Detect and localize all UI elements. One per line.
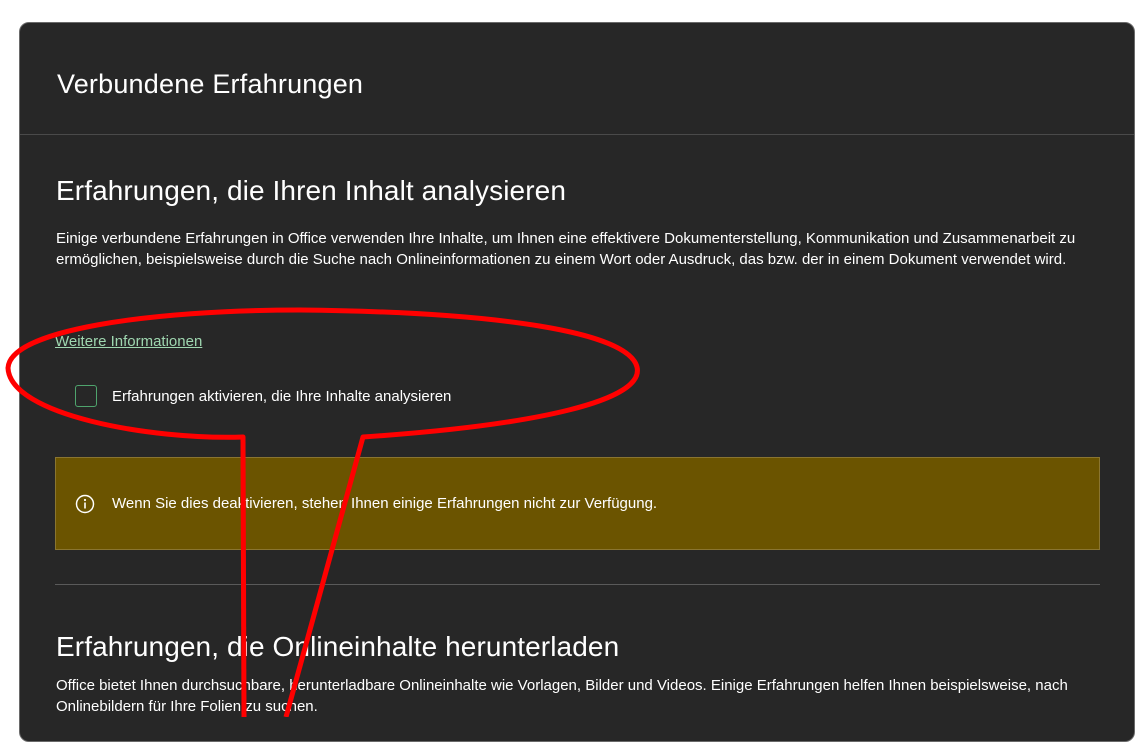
connected-experiences-dialog: Verbundene Erfahrungen Erfahrungen, die … xyxy=(19,22,1135,742)
section-analyze-heading: Erfahrungen, die Ihren Inhalt analysiere… xyxy=(56,175,566,206)
analyze-content-checkbox-row[interactable]: Erfahrungen aktivieren, die Ihre Inhalte… xyxy=(75,385,451,407)
analyze-content-checkbox[interactable] xyxy=(75,385,97,407)
warning-text: Wenn Sie dies deaktivieren, stehen Ihnen… xyxy=(112,495,658,512)
dialog-header: Verbundene Erfahrungen xyxy=(20,23,1134,135)
section-download-heading: Erfahrungen, die Onlineinhalte herunterl… xyxy=(56,631,620,662)
section-download-description: Office bietet Ihnen durchsuchbare, herun… xyxy=(56,677,1068,715)
analyze-content-checkbox-label[interactable]: Erfahrungen aktivieren, die Ihre Inhalte… xyxy=(112,388,451,405)
warning-banner: Wenn Sie dies deaktivieren, stehen Ihnen… xyxy=(55,457,1100,550)
section-analyze-description: Einige verbundene Erfahrungen in Office … xyxy=(56,230,1076,268)
more-info-link[interactable]: Weitere Informationen xyxy=(55,333,202,350)
dialog-title: Verbundene Erfahrungen xyxy=(57,69,364,99)
info-icon xyxy=(75,494,95,514)
section-divider xyxy=(55,584,1100,585)
